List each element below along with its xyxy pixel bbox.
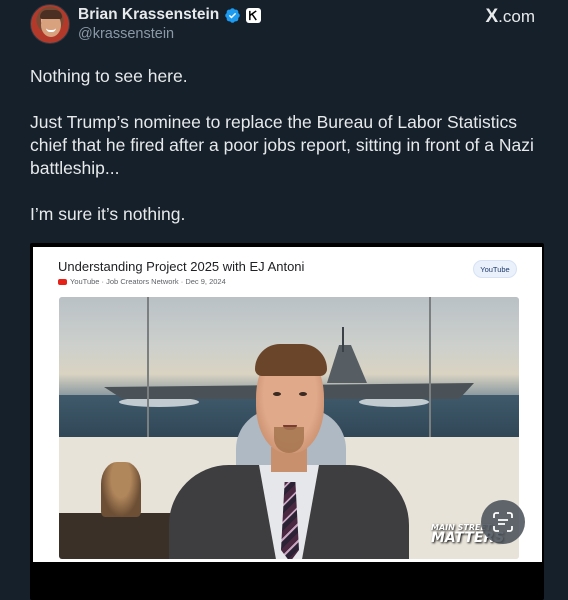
- x-logo-letter: X: [485, 6, 499, 27]
- youtube-icon: [58, 278, 67, 285]
- video-title[interactable]: Understanding Project 2025 with EJ Anton…: [58, 259, 304, 274]
- statue: [101, 462, 141, 517]
- avatar[interactable]: [30, 4, 70, 44]
- tweet-text: Nothing to see here. Just Trump’s nomine…: [30, 65, 545, 249]
- visual-search-icon: [493, 512, 513, 532]
- media-attachment[interactable]: Understanding Project 2025 with EJ Anton…: [30, 243, 544, 600]
- battleship-mast: [342, 327, 344, 352]
- name-row: Brian Krassenstein: [78, 6, 262, 24]
- tweet-paragraph: Just Trump’s nominee to replace the Bure…: [30, 112, 534, 178]
- visual-search-button[interactable]: [481, 500, 525, 544]
- tweet-paragraph: I’m sure it’s nothing.: [30, 204, 186, 224]
- video-card[interactable]: Understanding Project 2025 with EJ Anton…: [33, 247, 542, 562]
- tweet-paragraph: Nothing to see here.: [30, 66, 188, 86]
- display-name[interactable]: Brian Krassenstein: [78, 6, 219, 24]
- painting-divider: [429, 297, 431, 439]
- video-frame[interactable]: MAIN STREET MATTERS: [59, 297, 519, 559]
- verified-badge-icon: [225, 7, 241, 23]
- person-eye: [299, 392, 307, 396]
- painting-divider: [147, 297, 149, 439]
- video-meta-text: YouTube · Job Creators Network · Dec 9, …: [70, 277, 226, 286]
- k-affiliate-icon[interactable]: [246, 7, 262, 23]
- video-meta: YouTube · Job Creators Network · Dec 9, …: [58, 277, 226, 286]
- person-hair: [255, 344, 327, 376]
- youtube-badge[interactable]: YouTube: [473, 260, 517, 278]
- site-label: X.com: [485, 6, 535, 28]
- handle[interactable]: @krassenstein: [78, 26, 174, 42]
- tweet-header: Brian Krassenstein @krassenstein X.com: [30, 4, 540, 46]
- site-suffix: .com: [498, 7, 535, 26]
- person-eye: [273, 392, 281, 396]
